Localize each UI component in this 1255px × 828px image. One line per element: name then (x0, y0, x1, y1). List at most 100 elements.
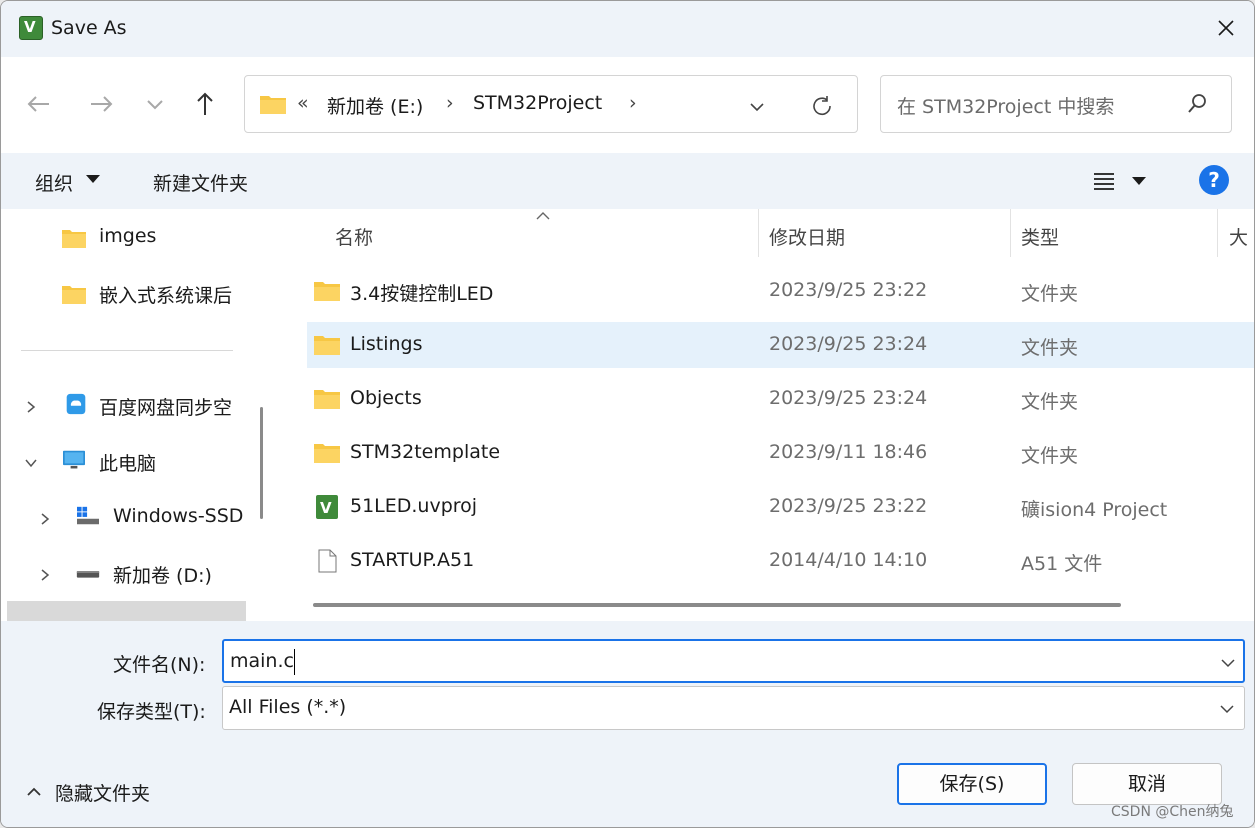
folder-icon (260, 96, 286, 114)
file-name: Listings (350, 333, 423, 355)
uvision-app-icon (19, 16, 43, 40)
sidebar-item-label: 此电脑 (99, 453, 157, 475)
address-segment-drive[interactable]: 新加卷 (E:) (327, 92, 423, 119)
up-button[interactable] (189, 88, 221, 120)
file-row[interactable]: V 51LED.uvproj 2023/9/25 23:22 礦ision4 P… (307, 484, 1254, 530)
sidebar-item-baidu-sync[interactable]: 百度网盘同步空 (23, 393, 246, 433)
address-overflow[interactable]: « (297, 92, 309, 114)
refresh-icon[interactable] (809, 93, 835, 119)
watermark: CSDN @Chen纳兔 (1111, 804, 1234, 820)
svg-text:V: V (320, 499, 332, 517)
folder-icon (62, 230, 86, 248)
file-icon (318, 549, 337, 573)
file-type: 文件夹 (1021, 283, 1079, 305)
chevron-right-icon[interactable] (37, 567, 53, 583)
hide-folders-label: 隐藏文件夹 (55, 783, 151, 805)
sidebar-item-windows-ssd[interactable]: Windows-SSD (37, 505, 246, 545)
sidebar-item-label: Windows-SSD (113, 505, 244, 527)
file-name: 51LED.uvproj (350, 495, 478, 517)
sidebar-scrollbar[interactable] (260, 407, 263, 519)
address-segment-folder[interactable]: STM32Project (473, 92, 602, 114)
sidebar-item-selected[interactable] (7, 601, 246, 621)
folder-icon (62, 286, 86, 304)
column-header-type[interactable]: 类型 (1021, 223, 1059, 250)
filetype-label: 保存类型(T): (97, 701, 206, 723)
file-date: 2023/9/25 23:24 (769, 333, 928, 355)
file-date: 2023/9/11 18:46 (769, 441, 928, 463)
column-header-name[interactable]: 名称 (335, 223, 373, 250)
chevron-up-icon (27, 787, 41, 796)
file-row[interactable]: Objects 2023/9/25 23:24 文件夹 (307, 376, 1254, 422)
sidebar-item-label: 百度网盘同步空 (99, 397, 233, 419)
file-name: STARTUP.A51 (350, 549, 475, 571)
file-row[interactable]: STARTUP.A51 2014/4/10 14:10 A51 文件 (307, 538, 1254, 584)
cancel-button[interactable]: 取消 (1072, 763, 1222, 805)
cloud-sync-icon (66, 393, 86, 415)
search-box[interactable]: 在 STM32Project 中搜索 (880, 75, 1232, 133)
recent-locations-button[interactable] (139, 88, 171, 120)
forward-button[interactable] (85, 88, 117, 120)
sidebar-item-label: 嵌入式系统课后 (99, 285, 233, 307)
windows-drive-icon (77, 506, 99, 525)
file-row[interactable]: 3.4按键控制LED 2023/9/25 23:22 文件夹 (307, 268, 1254, 314)
file-name: 3.4按键控制LED (350, 283, 494, 305)
sidebar-item-embedded[interactable]: 嵌入式系统课后 (61, 281, 246, 321)
organize-menu[interactable]: 组织 (35, 169, 73, 196)
file-type: 礦ision4 Project (1021, 499, 1168, 521)
horizontal-scrollbar[interactable] (313, 603, 1121, 607)
file-date: 2023/9/25 23:22 (769, 495, 928, 517)
drive-icon (76, 571, 100, 578)
caret-down-icon[interactable] (1132, 177, 1146, 185)
view-list-icon[interactable] (1091, 169, 1117, 193)
chevron-down-icon[interactable] (23, 455, 39, 471)
filetype-select[interactable]: All Files (*.*) (222, 686, 1245, 730)
address-separator-icon[interactable]: › (629, 92, 637, 114)
pane-splitter[interactable] (273, 209, 283, 621)
new-folder-button[interactable]: 新建文件夹 (153, 169, 248, 196)
file-list: 名称 修改日期 类型 大 3.4按键控制LED 2023/9/25 23:22 … (283, 209, 1254, 621)
filename-field[interactable]: main.c (222, 639, 1245, 683)
address-separator-icon[interactable]: › (446, 92, 454, 114)
file-type: A51 文件 (1021, 553, 1103, 575)
chevron-down-icon (147, 100, 163, 110)
computer-icon (63, 450, 85, 469)
window-title: Save As (51, 17, 127, 39)
save-button[interactable]: 保存(S) (897, 763, 1047, 805)
column-header-size[interactable]: 大 (1229, 223, 1254, 250)
search-placeholder: 在 STM32Project 中搜索 (897, 96, 1115, 118)
chevron-down-icon[interactable] (1217, 699, 1237, 719)
chevron-right-icon[interactable] (23, 399, 39, 415)
folder-icon (314, 336, 340, 355)
arrow-up-icon (197, 92, 213, 115)
help-button[interactable]: ? (1199, 165, 1229, 195)
save-form: 文件名(N): main.c 保存类型(T): All Files (*.*) … (1, 621, 1254, 827)
close-button[interactable] (1211, 13, 1241, 43)
chevron-right-icon[interactable] (37, 511, 53, 527)
folder-icon (314, 390, 340, 409)
chevron-down-icon[interactable] (1218, 653, 1238, 673)
address-bar[interactable]: « 新加卷 (E:) › STM32Project › (244, 75, 858, 133)
column-header-date[interactable]: 修改日期 (769, 223, 845, 250)
caret-down-icon[interactable] (86, 175, 100, 183)
text-cursor (294, 649, 295, 675)
search-icon[interactable] (1185, 92, 1209, 116)
file-date: 2023/9/25 23:24 (769, 387, 928, 409)
filetype-value: All Files (*.*) (229, 696, 347, 718)
file-row[interactable]: STM32template 2023/9/11 18:46 文件夹 (307, 430, 1254, 476)
column-divider[interactable] (1217, 209, 1218, 257)
back-button[interactable] (23, 88, 55, 120)
file-type: 文件夹 (1021, 337, 1079, 359)
filename-input[interactable]: main.c (230, 650, 294, 672)
chevron-down-icon[interactable] (745, 95, 769, 119)
column-divider[interactable] (1010, 209, 1011, 257)
filename-label: 文件名(N): (113, 654, 206, 676)
arrow-left-icon (27, 96, 49, 112)
column-divider[interactable] (758, 209, 759, 257)
file-date: 2023/9/25 23:22 (769, 279, 928, 301)
sidebar-divider (21, 350, 233, 351)
file-type: 文件夹 (1021, 445, 1079, 467)
sort-ascending-icon (536, 212, 550, 220)
file-row-selected[interactable]: Listings 2023/9/25 23:24 文件夹 (307, 322, 1254, 368)
title-bar: Save As (1, 1, 1254, 57)
uvision-icon: V (316, 495, 338, 519)
